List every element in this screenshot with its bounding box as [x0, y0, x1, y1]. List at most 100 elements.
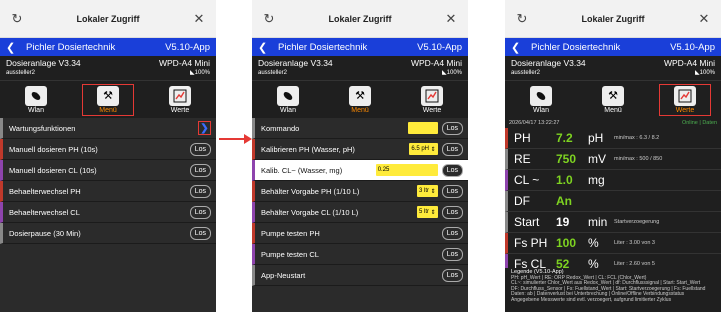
back-icon[interactable]: ❮: [258, 41, 272, 54]
vol-cl-value: 5 ltr: [418, 209, 429, 215]
nav-wlan[interactable]: Wlan: [515, 85, 567, 115]
app-name: Pichler Dosiertechnik: [278, 41, 368, 53]
nav-werte[interactable]: Werte: [659, 83, 711, 116]
tools-icon: ⚒: [355, 90, 365, 102]
back-icon[interactable]: ❮: [511, 41, 525, 54]
list-item-label: Behälter Vorgabe PH (1/10 L): [261, 186, 360, 196]
value-name: RE: [514, 152, 531, 166]
list-item-label: Kommando: [261, 123, 300, 133]
value-extra: min/max : 500 / 850: [614, 156, 663, 162]
los-button[interactable]: Los: [441, 226, 463, 240]
nav-menu[interactable]: ⚒ Menü: [334, 85, 386, 115]
nav-menu[interactable]: ⚒ Menü: [82, 83, 134, 116]
vol-ph-select[interactable]: 3 ltr ⇕: [416, 185, 438, 197]
list-item: Manuell dosieren PH (10s) Los: [0, 139, 216, 160]
value-extra: Liter : 2.60 von 5: [614, 261, 655, 267]
list-item-label: Dosierpause (30 Min): [9, 228, 81, 238]
chevron-right-icon[interactable]: ❯: [198, 121, 211, 135]
refresh-icon[interactable]: ↻: [515, 11, 529, 27]
list-item: Behälter Vorgabe PH (1/10 L) 3 ltr ⇕ Los: [252, 181, 468, 202]
nav-wlan-label: Wlan: [533, 106, 549, 114]
screen-wartung: ↻ Lokaler Zugriff ✕ ❮ Pichler Dosiertech…: [252, 0, 468, 312]
device-sub: aussteller2: [6, 70, 36, 76]
value-unit: mg: [588, 173, 605, 187]
wartung-list: Kommando Los Kalibrieren PH (Wasser, pH) 6…: [252, 118, 468, 312]
value-unit: pH: [588, 131, 604, 145]
nav-menu[interactable]: ⚒ Menü: [587, 85, 639, 115]
los-button[interactable]: Los: [441, 205, 463, 219]
los-button[interactable]: Los: [441, 184, 463, 198]
vol-cl-select[interactable]: 5 ltr ⇕: [416, 206, 438, 218]
close-icon[interactable]: ✕: [444, 11, 458, 27]
los-button[interactable]: Los: [441, 121, 463, 135]
tools-icon: ⚒: [103, 90, 113, 102]
value-unit: mV: [588, 152, 606, 166]
nav-werte[interactable]: Werte: [154, 85, 206, 115]
list-item-wartung[interactable]: Wartungsfunktionen ❯: [0, 118, 216, 139]
nav-menu-label: Menü: [604, 106, 622, 114]
value-unit: %: [588, 236, 599, 250]
nav-wlan-label: Wlan: [280, 106, 296, 114]
los-button[interactable]: Los: [189, 226, 211, 240]
kommando-input[interactable]: [407, 122, 438, 134]
value-row-start: Start 19 min Startverzoegerung: [505, 212, 721, 233]
cal-cl-input[interactable]: 0.25: [375, 164, 438, 176]
arrow-right-icon: [244, 134, 252, 144]
nav-bar: Wlan ⚒ Menü Werte: [505, 80, 721, 118]
wlan-icon: [536, 91, 546, 100]
device-name: Dosieranlage V3.34: [511, 58, 586, 68]
nav-werte-label: Werte: [170, 106, 190, 114]
list-item-label: Wartungsfunktionen: [9, 123, 76, 133]
list-item-label: Behälter Vorgabe CL (1/10 L): [261, 207, 359, 217]
los-button[interactable]: Los: [441, 247, 463, 261]
app-header: ❮ Pichler Dosiertechnik V5.10-App: [252, 38, 468, 56]
los-button[interactable]: Los: [441, 268, 463, 282]
list-item-label: Pumpe testen CL: [261, 249, 319, 259]
device-name: Dosieranlage V3.34: [6, 58, 81, 68]
app-name: Pichler Dosiertechnik: [26, 41, 116, 53]
device-sub: aussteller2: [258, 70, 288, 76]
los-button[interactable]: Los: [441, 142, 463, 156]
nav-bar: Wlan ⚒ Menü Werte: [252, 80, 468, 118]
value-extra: Liter : 3.00 von 3: [614, 240, 655, 246]
list-item: Pumpe testen PH Los: [252, 223, 468, 244]
window-title: Lokaler Zugriff: [328, 13, 392, 24]
window-title: Lokaler Zugriff: [581, 13, 645, 24]
app-header: ❮ Pichler Dosiertechnik V5.10-App: [0, 38, 216, 56]
signal-value: 100%: [194, 70, 210, 76]
nav-werte[interactable]: Werte: [406, 85, 458, 115]
legend-line: Angegebene Messwerte sind evtl. verzoege…: [511, 296, 672, 303]
refresh-icon[interactable]: ↻: [10, 11, 24, 27]
los-button[interactable]: Los: [189, 163, 211, 177]
chevron-updown-icon: ⇕: [430, 209, 436, 216]
los-button[interactable]: Los: [189, 184, 211, 198]
list-item: App-Neustart Los: [252, 265, 468, 286]
value-row-fsph: Fs PH 100% Liter : 3.00 von 3: [505, 233, 721, 254]
value-name: Fs PH: [514, 236, 548, 250]
list-item: Kalibrieren PH (Wasser, pH) 6.5 pH ⇕ Los: [252, 139, 468, 160]
list-item-label: Pumpe testen PH: [261, 228, 320, 238]
value-number: 750: [556, 152, 577, 166]
app-name: Pichler Dosiertechnik: [531, 41, 621, 53]
back-icon[interactable]: ❮: [6, 41, 20, 54]
los-button[interactable]: Los: [441, 163, 463, 177]
window-title: Lokaler Zugriff: [76, 13, 140, 24]
list-item-label: Behaelterwechsel PH: [9, 186, 81, 196]
list-item-label: Kalibrieren PH (Wasser, pH): [261, 144, 355, 154]
los-button[interactable]: Los: [189, 205, 211, 219]
los-button[interactable]: Los: [189, 142, 211, 156]
list-item-label: App-Neustart: [261, 270, 306, 280]
chart-icon: [425, 89, 439, 102]
nav-werte-label: Werte: [422, 106, 442, 114]
nav-wlan[interactable]: Wlan: [262, 85, 314, 115]
device-bar: Dosieranlage V3.34 aussteller2 WPD-A4 Min…: [505, 56, 721, 80]
refresh-icon[interactable]: ↻: [262, 11, 276, 27]
app-version: V5.10-App: [417, 41, 462, 53]
signal-value: 100%: [446, 70, 462, 76]
close-icon[interactable]: ✕: [697, 11, 711, 27]
close-icon[interactable]: ✕: [192, 11, 206, 27]
value-number: 100: [556, 236, 577, 250]
nav-wlan[interactable]: Wlan: [10, 85, 62, 115]
cal-ph-select[interactable]: 6.5 pH ⇕: [409, 143, 438, 155]
status-badge: Online | Daten: [681, 120, 717, 126]
